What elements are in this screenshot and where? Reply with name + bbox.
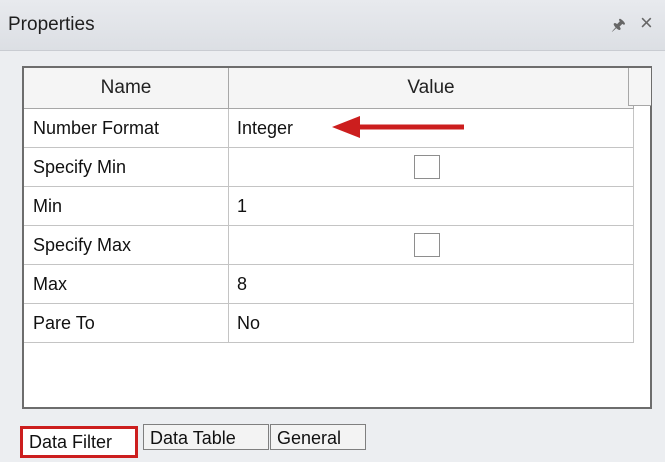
property-name[interactable]: Max	[24, 264, 229, 304]
panel-title: Properties	[8, 14, 95, 35]
property-name[interactable]: Min	[24, 186, 229, 226]
properties-panel: Properties 🖈 × Name Value Number Format …	[0, 0, 665, 462]
tab-data-filter[interactable]: Data Filter	[20, 426, 138, 458]
title-bar: Properties 🖈 ×	[0, 0, 665, 51]
property-value[interactable]: 1	[228, 186, 634, 226]
value-column-header[interactable]: Value	[228, 68, 634, 109]
table-row[interactable]: Max 8	[24, 264, 634, 304]
table-row[interactable]: Specify Min	[24, 147, 634, 187]
property-name[interactable]: Pare To	[24, 303, 229, 343]
property-value[interactable]: No	[228, 303, 634, 343]
specify-min-checkbox[interactable]	[414, 155, 440, 179]
annotation-arrow-icon	[332, 116, 464, 138]
name-column-header[interactable]: Name	[24, 68, 229, 109]
table-row[interactable]: Min 1	[24, 186, 634, 226]
property-name[interactable]: Number Format	[24, 108, 229, 148]
tab-bar: Data Filter Data Table General	[0, 420, 665, 462]
property-name[interactable]: Specify Min	[24, 147, 229, 187]
header-row: Name Value	[24, 68, 634, 109]
header-corner	[628, 68, 651, 106]
property-value[interactable]	[228, 147, 634, 187]
pin-icon[interactable]: 🖈	[611, 14, 626, 41]
property-table: Name Value Number Format Integer Specify…	[24, 68, 634, 343]
table-row[interactable]: Number Format Integer	[24, 108, 634, 148]
close-icon[interactable]: ×	[640, 10, 653, 36]
tab-data-table[interactable]: Data Table	[143, 424, 269, 450]
table-row[interactable]: Specify Max	[24, 225, 634, 265]
property-name[interactable]: Specify Max	[24, 225, 229, 265]
specify-max-checkbox[interactable]	[414, 233, 440, 257]
property-value[interactable]: 8	[228, 264, 634, 304]
table-row[interactable]: Pare To No	[24, 303, 634, 343]
property-value[interactable]	[228, 225, 634, 265]
tab-general[interactable]: General	[270, 424, 366, 450]
